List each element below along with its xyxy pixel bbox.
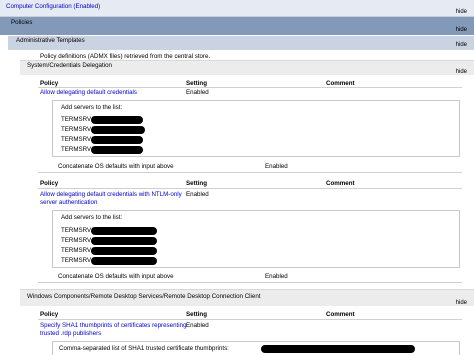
policy2-server-4: TERMSRV/ xyxy=(61,257,93,264)
cred-section-header: System/Credentials Delegation hide xyxy=(20,60,474,75)
redaction-bar xyxy=(261,345,415,353)
computer-config-title: Computer Configuration (Enabled) xyxy=(6,3,101,10)
policy3-name-link-line1[interactable]: Specify SHA1 thumbprints of certificates… xyxy=(40,322,187,329)
policy3-comment-header: Comment xyxy=(326,311,355,318)
policy1-name-link[interactable]: Allow delegating default credentials xyxy=(40,89,137,96)
policies-title: Policies xyxy=(11,19,33,26)
admin-templates-title: Administrative Templates xyxy=(16,37,85,44)
rdc-section-title: Windows Components/Remote Desktop Servic… xyxy=(27,293,261,300)
policy1-concat-label: Concatenate OS defaults with input above xyxy=(58,163,174,170)
rdc-section-header: Windows Components/Remote Desktop Servic… xyxy=(20,289,474,306)
policy1-comment-header: Comment xyxy=(326,80,355,87)
policy2-list-label: Add servers to the list: xyxy=(61,214,123,221)
admin-templates-header: Administrative Templates hide xyxy=(8,36,474,50)
cred-section-title: System/Credentials Delegation xyxy=(27,62,112,69)
redaction-bar xyxy=(91,237,157,245)
policy2-name-link-line1[interactable]: Allow delegating default credentials wit… xyxy=(40,191,182,198)
policy3-setting-value: Enabled xyxy=(186,322,209,329)
policy1-server-list: Add servers to the list: TERMSRV/ TERMSR… xyxy=(52,100,460,157)
redaction-bar xyxy=(91,126,145,134)
policy2-name-link-line2[interactable]: server authentication xyxy=(40,199,97,206)
redaction-bar xyxy=(91,146,143,154)
policy1-bottom-divider xyxy=(38,172,462,173)
policy1-server-2: TERMSRV/ xyxy=(61,126,93,133)
policy2-concat-value: Enabled xyxy=(265,273,288,280)
redaction-bar xyxy=(91,247,157,255)
computer-config-header: Computer Configuration (Enabled) hide xyxy=(0,0,474,17)
policy1-setting-value: Enabled xyxy=(186,89,209,96)
policy2-setting-header: Setting xyxy=(186,180,207,187)
policy2-policy-header: Policy xyxy=(40,180,59,187)
policy3-list-label: Comma-separated list of SHA1 trusted cer… xyxy=(59,345,229,352)
policy1-concat-value: Enabled xyxy=(265,163,288,170)
policy3-name-link-line2[interactable]: trusted .rdp publishers xyxy=(40,330,101,337)
policies-hide-row: hide xyxy=(0,27,474,35)
policy2-comment-header: Comment xyxy=(326,180,355,187)
policy1-server-1: TERMSRV/ xyxy=(61,116,93,123)
hide-link-computer-config[interactable]: hide xyxy=(456,9,467,15)
policy2-server-1: TERMSRV/ xyxy=(61,227,93,234)
policy1-setting-header: Setting xyxy=(186,80,207,87)
policy3-header-divider xyxy=(38,319,462,320)
policy3-thumbprint-row: Comma-separated list of SHA1 trusted cer… xyxy=(52,341,460,355)
hide-link-admin-templates[interactable]: hide xyxy=(456,42,467,48)
policy2-header-divider xyxy=(38,188,462,189)
hide-link-rdc-section[interactable]: hide xyxy=(456,300,467,306)
admin-templates-note: Policy definitions (ADMX files) retrieve… xyxy=(40,53,211,60)
policy1-server-3: TERMSRV/ xyxy=(61,136,93,143)
hide-link-cred-section[interactable]: hide xyxy=(456,69,467,75)
policy3-policy-header: Policy xyxy=(40,311,59,318)
redaction-bar xyxy=(91,116,143,124)
policies-header: Policies xyxy=(0,17,474,28)
redaction-bar xyxy=(91,227,157,235)
policy2-setting-value: Enabled xyxy=(186,191,209,198)
hide-link-policies[interactable]: hide xyxy=(456,27,467,33)
policy2-server-list: Add servers to the list: TERMSRV/ TERMSR… xyxy=(52,210,460,268)
policy2-server-3: TERMSRV/ xyxy=(61,247,93,254)
redaction-bar xyxy=(91,136,143,144)
policy2-bottom-divider xyxy=(38,282,462,283)
policy2-server-2: TERMSRV/ xyxy=(61,237,93,244)
redaction-bar xyxy=(91,257,157,265)
policy1-server-4: TERMSRV/ xyxy=(61,146,93,153)
policy2-concat-label: Concatenate OS defaults with input above xyxy=(58,273,174,280)
policy1-list-label: Add servers to the list: xyxy=(61,104,123,111)
policy3-setting-header: Setting xyxy=(186,311,207,318)
policy1-header-divider xyxy=(38,87,462,88)
policy1-policy-header: Policy xyxy=(40,80,59,87)
